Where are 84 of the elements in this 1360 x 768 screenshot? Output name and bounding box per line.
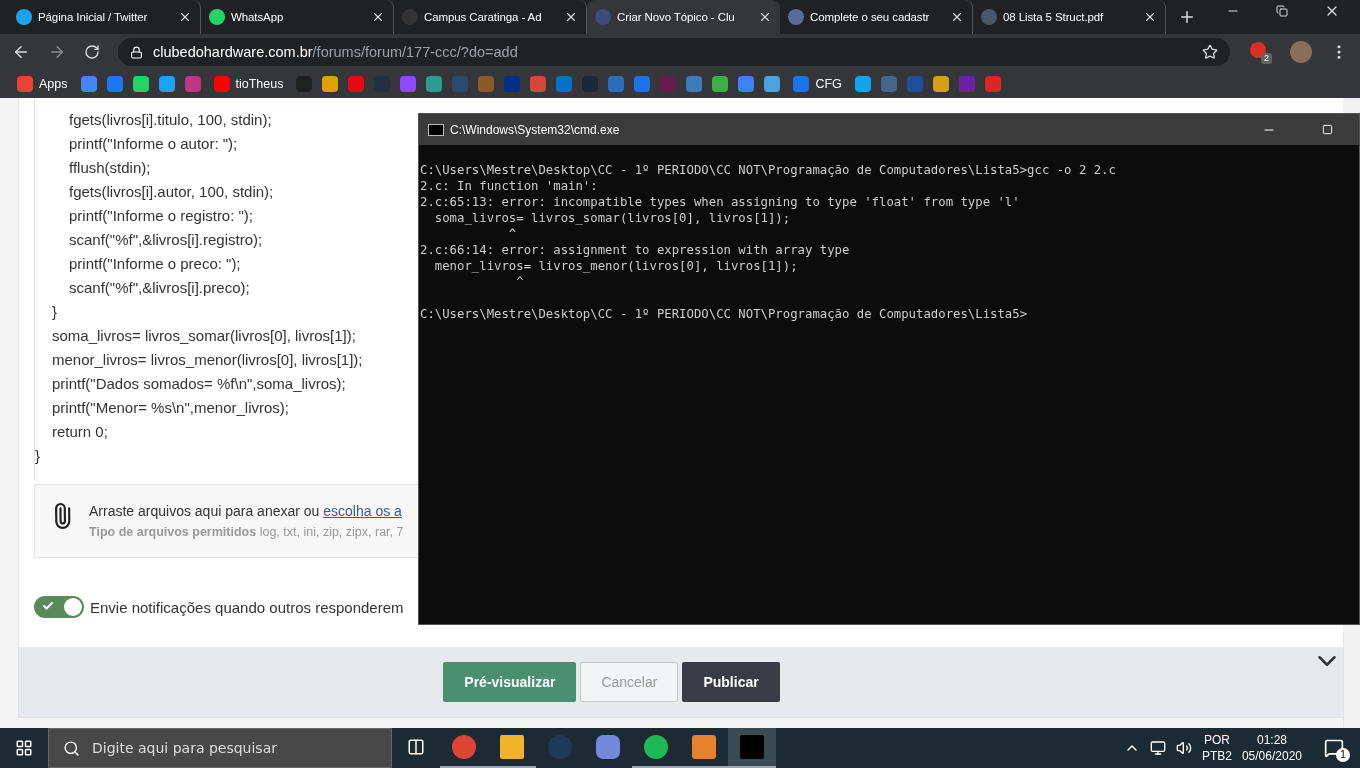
terminal-line: menor_livros= livros_menor(livros[0], livros[1]); — [433, 258, 799, 274]
bookmark-icon[interactable] — [764, 76, 781, 92]
code-line: printf("Informe o registro: "); — [69, 206, 254, 226]
bookmark[interactable]: CFG — [790, 74, 845, 94]
bookmark-icon[interactable] — [634, 76, 651, 92]
browser-tab[interactable]: Criar Novo Tópico - Clu — [587, 0, 780, 34]
terminal-line: 2.c: In function 'main': — [420, 178, 599, 194]
clock-date[interactable]: 05/06/2020 — [1241, 748, 1302, 764]
bookmark-icon[interactable] — [932, 76, 949, 92]
language-indicator[interactable]: POR — [1203, 732, 1230, 748]
bookmark-icon[interactable] — [132, 76, 149, 92]
publish-button[interactable]: Publicar — [682, 662, 780, 702]
choose-files-link[interactable]: escolha os a — [323, 503, 402, 519]
bookmark-icon[interactable] — [854, 76, 871, 92]
bookmark-icon[interactable] — [984, 76, 1001, 92]
address-bar[interactable]: clubedohardware.com.br/forums/forum/177-ccc/?do=add — [118, 38, 1230, 66]
code-line: scanf("%f",&livros[i].preco); — [69, 278, 250, 298]
bookmark-icon[interactable] — [738, 76, 755, 92]
check-icon — [42, 600, 54, 612]
count-badge: 1 — [1336, 748, 1350, 762]
bookmark-icon[interactable] — [400, 76, 417, 92]
extension-icon[interactable] — [1250, 42, 1266, 58]
toggle-switch[interactable] — [34, 596, 84, 618]
volume-icon[interactable] — [1175, 740, 1192, 756]
maximize-icon[interactable] — [1322, 122, 1333, 137]
restore-icon[interactable] — [1276, 5, 1288, 17]
terminal-line: C:\Users\Mestre\Desktop\CC - 1º PERIODO\CC NOT\Programação de Computadores\Lista5>gcc -o 2 2.c — [420, 162, 1117, 178]
close-icon[interactable] — [564, 10, 578, 24]
back-icon[interactable] — [12, 43, 30, 61]
terminal-line: soma_livros= livros_somar(livros[0], livros[1]); — [433, 210, 792, 226]
bookmark-icon[interactable] — [530, 76, 547, 92]
bookmark-icon[interactable] — [712, 76, 729, 92]
close-icon[interactable] — [371, 10, 385, 24]
code-line: return 0; — [52, 422, 108, 442]
search-box[interactable]: Digite aqui para pesquisar — [48, 728, 392, 768]
search-field[interactable]: Digite aqui para pesquisar — [90, 739, 391, 757]
code-line: soma_livros= livros_somar(livros[0], livros[1]); — [52, 326, 356, 346]
code-line: printf("Dados somados= %f\n",soma_livros); — [52, 374, 346, 394]
bookmark-icon[interactable] — [322, 76, 339, 92]
bookmark-icon[interactable] — [80, 76, 97, 92]
bookmark-icon[interactable] — [106, 76, 123, 92]
terminal-icon — [428, 123, 444, 136]
code-line: scanf("%f",&livros[i].registro); — [69, 230, 263, 250]
terminal-line: C:\Users\Mestre\Desktop\CC - 1º PERIODO\CC NOT\Programação de Computadores\Lista5> — [420, 306, 1029, 322]
avatar[interactable] — [1290, 41, 1312, 63]
close-icon[interactable] — [1143, 10, 1157, 24]
network-icon[interactable] — [1149, 740, 1166, 756]
code-line: fflush(stdin); — [69, 158, 151, 178]
language-indicator[interactable]: PTB2 — [1201, 748, 1232, 764]
search-icon — [63, 739, 80, 757]
file-types: Tipo de arquivos permitidos log, txt, ini, zip, zipx, rar, 7 — [89, 525, 404, 539]
bookmark[interactable]: Apps — [14, 74, 71, 94]
forward-icon[interactable] — [48, 43, 66, 61]
clock-time[interactable]: 01:28 — [1256, 732, 1287, 748]
terminal-line: ^ — [507, 226, 518, 242]
new-tab-icon[interactable] — [1178, 8, 1196, 26]
terminal-line: 2.c:66:14: error: assignment to expression with array type — [420, 242, 851, 258]
terminal-line: 2.c:65:13: error: incompatible types when assigning to type 'float' from type 'l' — [420, 194, 1021, 210]
code-line: fgets(livros[i].autor, 100, stdin); — [69, 182, 274, 202]
terminal-line: ^ — [515, 274, 525, 290]
reload-icon[interactable] — [84, 44, 100, 60]
bookmark-icon[interactable] — [686, 76, 703, 92]
code-line: } — [52, 302, 57, 322]
count-badge: 2 — [1261, 53, 1272, 64]
close-icon[interactable] — [178, 10, 192, 24]
bookmark-icon[interactable] — [158, 76, 175, 92]
toggle-label: Envie notificações quando outros responderem — [90, 598, 404, 616]
code-line: printf("Informe o preco: "); — [69, 254, 241, 274]
bookmark-icon[interactable] — [426, 76, 443, 92]
code-line: fgets(livros[i].titulo, 100, stdin); — [69, 110, 272, 130]
code-line: menor_livros= livros_menor(livros[0], livros[1]); — [52, 350, 363, 370]
star-icon[interactable] — [1202, 44, 1218, 60]
upload-hint: Arraste arquivos aqui para anexar ou escolha os a — [89, 503, 403, 519]
code-line: printf("Informe o autor: "); — [69, 134, 238, 154]
code-line: printf("Menor= %s\n",menor_livros); — [52, 398, 289, 418]
taskbar-app-icon[interactable] — [728, 728, 776, 768]
bookmark[interactable]: tioTheus — [210, 74, 287, 94]
preview-button[interactable]: Pré-visualizar — [443, 662, 577, 702]
window-title: C:\Windows\System32\cmd.exe — [450, 122, 620, 137]
code-line: } — [35, 446, 40, 466]
bookmark-icon[interactable] — [348, 76, 365, 92]
close-icon[interactable] — [950, 10, 964, 24]
lock-icon — [130, 45, 143, 59]
close-icon[interactable] — [758, 10, 772, 24]
